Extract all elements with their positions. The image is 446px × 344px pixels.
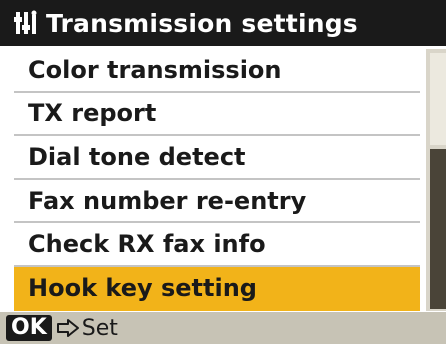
footer-bar: OK Set	[0, 312, 446, 344]
menu-item-label: Dial tone detect	[28, 142, 246, 171]
menu-item-hook-key-setting[interactable]: Hook key setting	[14, 266, 420, 311]
menu-item-label: Hook key setting	[28, 273, 257, 302]
menu-item-tx-report[interactable]: TX report	[14, 92, 420, 137]
ok-key-badge[interactable]: OK	[6, 315, 52, 341]
menu-item-label: Check RX fax info	[28, 230, 266, 259]
scrollbar[interactable]	[426, 49, 446, 311]
set-action-label: Set	[81, 315, 118, 341]
menu-item-fax-number-re-entry[interactable]: Fax number re-entry	[14, 179, 420, 224]
settings-icon	[14, 9, 38, 37]
menu-item-label: TX report	[28, 99, 157, 128]
lcd-screen: Transmission settings Color transmission…	[0, 0, 446, 344]
scrollbar-track	[430, 53, 446, 145]
menu-item-label: Color transmission	[28, 55, 282, 84]
page-title: Transmission settings	[46, 8, 358, 38]
menu-item-color-transmission[interactable]: Color transmission	[14, 49, 420, 93]
title-bar: Transmission settings	[0, 0, 446, 46]
menu-item-dial-tone-detect[interactable]: Dial tone detect	[14, 136, 420, 180]
menu-list: Color transmission TX report Dial tone d…	[14, 49, 420, 311]
arrow-right-icon	[56, 318, 80, 338]
menu-item-check-rx-fax-info[interactable]: Check RX fax info	[14, 223, 420, 267]
scrollbar-thumb[interactable]	[430, 149, 446, 309]
menu-item-label: Fax number re-entry	[28, 186, 307, 215]
